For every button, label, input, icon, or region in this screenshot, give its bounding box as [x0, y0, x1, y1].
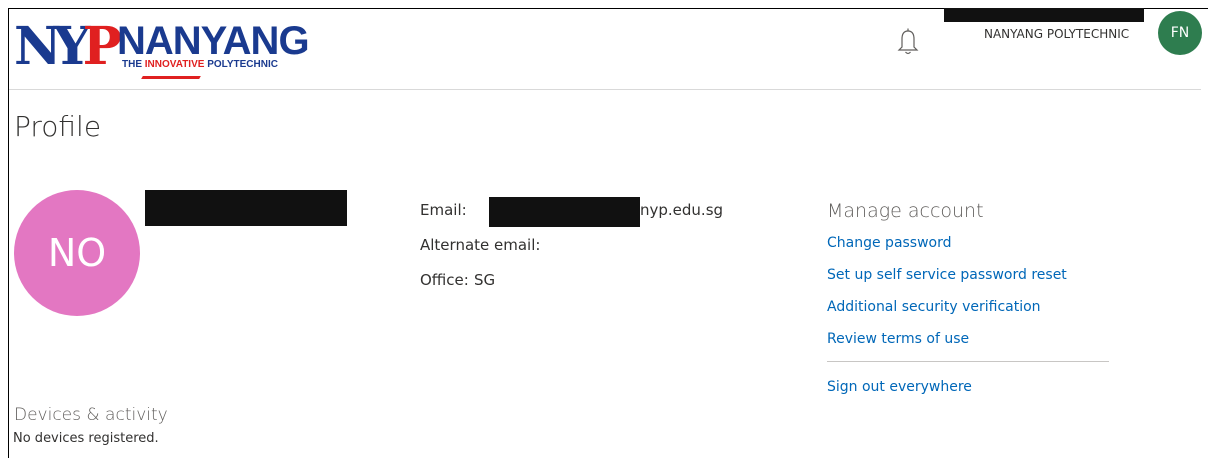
logo-wordmark: NANYANG	[117, 19, 310, 63]
redacted-display-name	[145, 190, 347, 226]
redacted-email	[489, 197, 640, 227]
redacted-username	[944, 8, 1144, 22]
sign-out-everywhere-link[interactable]: Sign out everywhere	[827, 379, 972, 395]
office-label: Office:	[420, 271, 469, 289]
email-label: Email:	[420, 201, 467, 219]
org-name: NANYANG POLYTECHNIC	[984, 27, 1130, 41]
bell-icon[interactable]	[897, 27, 919, 57]
profile-avatar: NO	[14, 190, 140, 316]
logo-tagline: THE INNOVATIVE POLYTECHNIC	[122, 59, 278, 70]
logo-tagline-post: POLYTECHNIC	[204, 59, 278, 70]
security-verification-link[interactable]: Additional security verification	[827, 299, 1041, 315]
office-value: SG	[474, 271, 496, 289]
nyp-logo[interactable]: NYP NANYANG THE INNOVATIVE POLYTECHNIC	[14, 19, 310, 83]
logo-tagline-red: INNOVATIVE	[144, 59, 205, 70]
page-title: Profile	[14, 110, 102, 143]
terms-of-use-link[interactable]: Review terms of use	[827, 331, 969, 347]
change-password-link[interactable]: Change password	[827, 235, 952, 251]
devices-activity-title: Devices & activity	[14, 405, 168, 425]
logo-tagline-pre: THE	[122, 59, 145, 70]
manage-divider	[827, 361, 1109, 362]
logo-monogram: NYP	[14, 21, 122, 73]
email-domain: nyp.edu.sg	[640, 201, 724, 219]
user-avatar[interactable]: FN	[1158, 11, 1202, 55]
logo-monogram-ny: NY	[14, 16, 91, 77]
alt-email-label: Alternate email:	[420, 236, 541, 254]
devices-status: No devices registered.	[13, 431, 159, 446]
manage-account-title: Manage account	[827, 200, 984, 222]
logo-swoosh	[141, 76, 201, 79]
logo-monogram-p: P	[82, 16, 122, 77]
password-reset-link[interactable]: Set up self service password reset	[827, 267, 1067, 283]
